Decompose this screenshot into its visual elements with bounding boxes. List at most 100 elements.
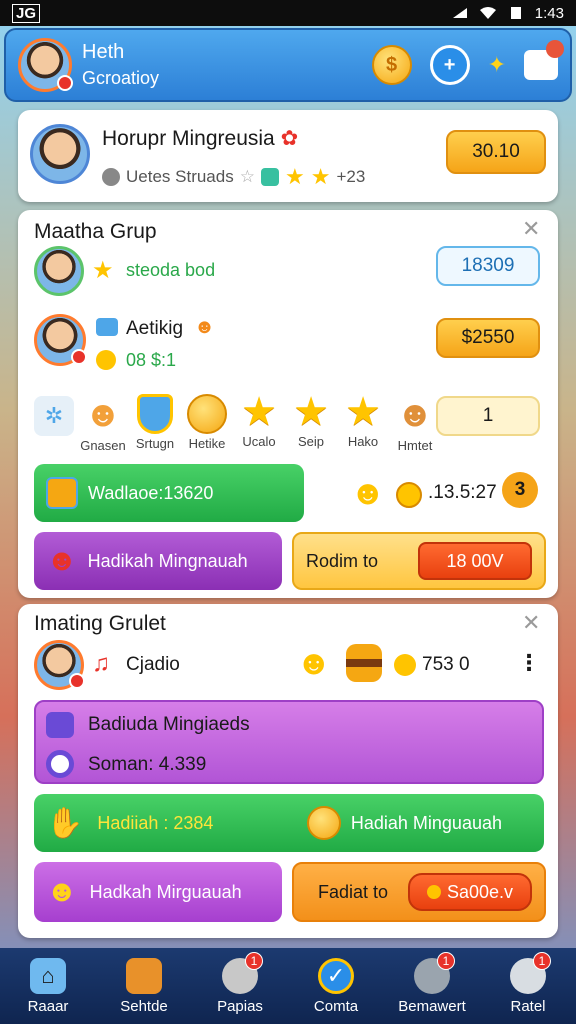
notification-badge xyxy=(57,75,73,91)
shop-icon[interactable] xyxy=(524,40,564,80)
player1-value[interactable]: 18309 xyxy=(436,246,540,286)
status-time: 1:43 xyxy=(534,4,564,22)
reward-count: 1 xyxy=(436,396,540,436)
headphones-icon: ♫ xyxy=(92,650,110,677)
player1-name: steoda bod xyxy=(126,260,216,280)
reward-item[interactable]: Hetike xyxy=(182,392,232,453)
add-friend-icon[interactable]: + xyxy=(429,45,470,85)
reward-label: Hako xyxy=(347,434,379,449)
reward-item[interactable]: ☻ Hmtet xyxy=(390,392,440,453)
reward-label: Gnasen xyxy=(80,438,126,453)
coin-icon xyxy=(96,350,116,370)
ring-icon xyxy=(46,750,74,778)
info-line2: Soman: 4.339 xyxy=(88,754,207,775)
reward-bar-label: Hadkah Mirguauah xyxy=(89,881,242,902)
character-icon: ☻ xyxy=(46,544,78,577)
star-icon: ★ xyxy=(310,164,331,189)
nav-item-cat[interactable]: 1 Ratel xyxy=(483,951,573,1015)
face-icon: ☻ xyxy=(194,316,216,338)
group-title: Imating Grulet xyxy=(34,612,166,635)
reward-label: Seip xyxy=(297,434,325,449)
nav-item-chest[interactable]: Sehtde xyxy=(99,957,189,1015)
redeem-button[interactable]: 18 00V xyxy=(418,542,532,580)
nav-label: Raaar xyxy=(27,997,69,1015)
timer-badge[interactable]: 3 xyxy=(502,472,538,508)
flower-icon: ✿ xyxy=(280,127,299,150)
reward-bar[interactable]: ☻ Hadkah Mirguauah xyxy=(34,862,282,922)
nav-badge: 1 xyxy=(533,951,551,970)
tag-icon xyxy=(96,318,118,336)
player-avatar[interactable] xyxy=(34,314,87,366)
sparkle-icon[interactable]: ✦ xyxy=(488,52,506,78)
reward-bar-label: Hadikah Mingnauah xyxy=(87,550,248,571)
battery-icon xyxy=(507,6,525,20)
coin-icon xyxy=(396,482,422,508)
status-bar: JG 1:43 xyxy=(0,0,576,26)
reward-item[interactable]: Srtugn xyxy=(130,392,180,453)
star-icon: ★ xyxy=(293,390,329,434)
more-icon[interactable]: ⋮ xyxy=(518,650,540,676)
nav-item-check[interactable]: ✓ Comta xyxy=(291,957,381,1015)
avatar[interactable] xyxy=(18,38,73,92)
close-icon[interactable]: ✕ xyxy=(522,216,540,242)
redeem-panel: Rodim to 18 00V xyxy=(292,532,546,590)
player-avatar[interactable] xyxy=(34,640,85,690)
signal-icon xyxy=(451,6,469,20)
info-icon xyxy=(102,168,120,186)
profile-avatar[interactable] xyxy=(30,124,90,184)
star-badge-icon: ★ xyxy=(92,257,114,284)
claim-panel: Fadiat to Sa00e.v xyxy=(292,862,546,922)
coin-icon xyxy=(187,394,227,434)
timer-text: .13.5:27 xyxy=(428,482,497,503)
player-avatar[interactable] xyxy=(34,246,84,296)
second-group-card: Imating Grulet ✕ ♫ Cjadio ☻ 753 0 ⋮ Badi… xyxy=(18,604,558,938)
nav-item-pet[interactable]: 1 Bemawert xyxy=(387,951,477,1015)
profile-score-button[interactable]: 30.10 xyxy=(446,130,546,174)
claim-button[interactable]: Sa00e.v xyxy=(408,873,532,911)
wifi-icon xyxy=(479,6,497,20)
calendar-icon xyxy=(46,712,74,738)
smile-icon: ☻ xyxy=(350,474,386,512)
hand-icon: ✋ xyxy=(46,806,84,840)
reward-item[interactable]: ★ Hako xyxy=(338,392,388,453)
reward-label: Hmtet xyxy=(397,438,433,453)
star-count: +23 xyxy=(336,167,366,186)
redeem-label: Rodim to xyxy=(306,550,379,571)
star-icon: ★ xyxy=(284,164,305,189)
player-name: Heth xyxy=(82,41,125,63)
player2-stat: 08 $:1 xyxy=(126,350,177,370)
reward-label: Hetike xyxy=(188,436,226,451)
player-subtitle: Gcroatioy xyxy=(82,68,160,88)
coin-icon xyxy=(426,885,441,899)
reward-bar[interactable]: ☻ Hadikah Mingnauah xyxy=(34,532,282,590)
reward-item[interactable]: ★ Ucalo xyxy=(234,392,284,453)
nav-label: Papias xyxy=(217,997,263,1015)
bear-icon: ☻ xyxy=(296,644,332,682)
bear-icon: ☻ xyxy=(84,393,122,434)
claim-button-label: Sa00e.v xyxy=(446,881,514,902)
nav-label: Comta xyxy=(313,997,359,1015)
status-badge xyxy=(69,673,85,689)
nav-item-home[interactable]: ⌂ Raaar xyxy=(3,957,93,1015)
bonus-bar[interactable]: ✋ Hadiiah : 2384 Hadiah Minguauah xyxy=(34,794,544,852)
status-left: JG xyxy=(12,3,41,23)
info-panel[interactable]: Badiuda Mingiaeds Soman: 4.339 xyxy=(34,700,544,784)
reward-label: Ucalo xyxy=(242,434,276,449)
coin-icon[interactable]: $ xyxy=(371,45,412,85)
reward-item[interactable]: ★ Seip xyxy=(286,392,336,453)
reward-label: Srtugn xyxy=(135,436,175,451)
claim-label: Fadiat to xyxy=(318,881,389,902)
profile-title: Horupr Mingreusia ✿ xyxy=(102,127,299,150)
bonus-left-label: Hadiiah : 2384 xyxy=(97,812,214,833)
close-icon[interactable]: ✕ xyxy=(522,610,540,636)
reward-settings-icon[interactable]: ✲ xyxy=(34,396,74,436)
nav-item-coins[interactable]: 1 Papias xyxy=(195,951,285,1015)
match-group-card: Maatha Grup ✕ ★ steoda bod 18309 Aetikig… xyxy=(18,210,558,598)
progress-bar[interactable]: Wadlaoe:13620 xyxy=(34,464,304,522)
player2-value[interactable]: $2550 xyxy=(436,318,540,358)
reward-item[interactable]: ☻ Gnasen xyxy=(78,392,128,453)
nav-badge: 1 xyxy=(245,951,263,970)
bonus-right-label: Hadiah Minguauah xyxy=(350,812,502,833)
nav-label: Ratel xyxy=(510,997,546,1015)
player-name: Cjadio xyxy=(126,654,180,675)
